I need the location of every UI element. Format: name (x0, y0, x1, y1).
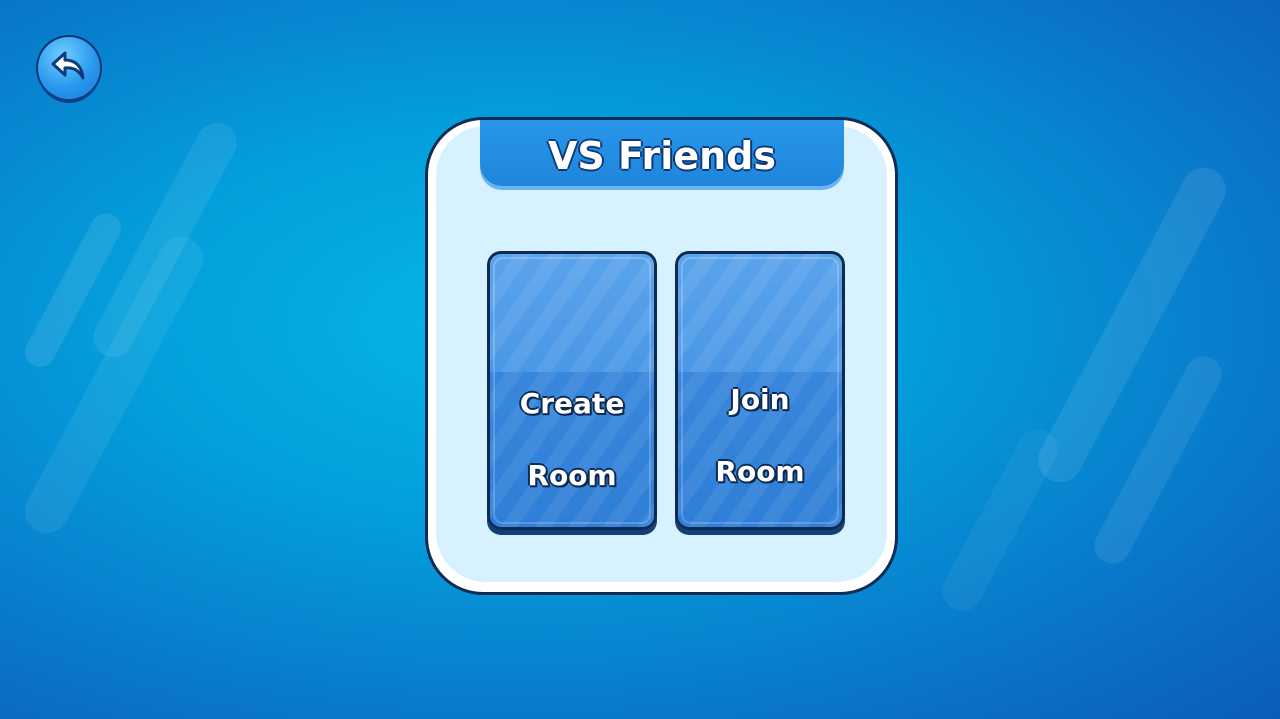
background-stripe (935, 422, 1065, 618)
background-stripe (1030, 160, 1234, 490)
back-button[interactable] (38, 37, 100, 99)
create-room-button[interactable]: Create Room (487, 251, 657, 530)
panel-title: VS Friends (548, 134, 776, 178)
join-room-button[interactable]: Join Room (675, 251, 845, 530)
back-arrow-icon (51, 51, 85, 80)
create-room-label-line1: Create (519, 387, 625, 420)
join-room-label-line1: Join (730, 383, 790, 416)
vs-friends-panel: VS Friends Create Room Join Room (425, 117, 898, 595)
create-room-label-line2: Room (527, 459, 617, 492)
create-room-label: Create Room (490, 350, 654, 494)
join-room-label-line2: Room (715, 455, 805, 488)
join-room-label: Join Room (678, 346, 842, 490)
background-stripe (17, 228, 211, 542)
panel-header: VS Friends (480, 120, 844, 186)
